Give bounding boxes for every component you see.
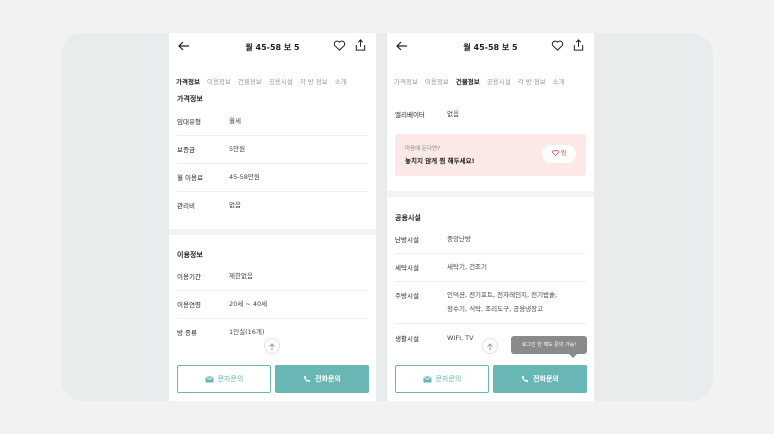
mail-icon (204, 375, 214, 382)
tab-usage[interactable]: 이용정보 (425, 76, 449, 91)
info-row: 관리비 없음 (177, 192, 368, 220)
tab-intro[interactable]: 소개 (553, 76, 565, 91)
row-value: 세탁기, 건조기 (447, 263, 488, 271)
call-inquiry-label: 전화문의 (533, 375, 559, 383)
row-key: 월 이용료 (177, 174, 203, 182)
row-key: 방 종류 (177, 329, 198, 337)
row-key: 임대유형 (177, 118, 201, 126)
favorite-button[interactable]: 찜 (542, 145, 576, 163)
row-value: 5만원 (229, 145, 246, 153)
app-header: 월 45-58 보 5 (387, 33, 594, 63)
mail-icon (422, 375, 432, 382)
phone-screen-price: 월 45-58 보 5 가격정보 이용정보 건물정보 공용시설 각 방 정보 소개 가격정… (169, 33, 376, 401)
info-row: 엘리베이터 없음 (395, 101, 586, 129)
inquiry-tooltip: 로그인 안 해도 문의 가능! (511, 336, 587, 358)
promo-subtext: 마음에 든다면? (405, 146, 441, 152)
info-row: 세탁시설 세탁기, 건조기 (395, 254, 586, 282)
row-value: 없음 (229, 201, 241, 209)
row-key: 보증금 (177, 146, 195, 154)
info-row: 난방시설 중앙난방 (395, 226, 586, 254)
row-value: 1인실(16개) (229, 328, 265, 336)
row-value: 제한없음 (229, 272, 253, 280)
app-header: 월 45-58 보 5 (169, 33, 376, 63)
info-row: 이용연령 20세 ~ 40세 (177, 291, 368, 319)
row-key: 엘리베이터 (395, 111, 425, 119)
section-title-usage: 이용정보 (177, 251, 203, 259)
message-inquiry-label: 문자문의 (435, 375, 462, 383)
info-row: 보증금 5만원 (177, 136, 368, 164)
arrow-up-icon (487, 343, 493, 350)
call-inquiry-button[interactable]: 전화문의 (493, 365, 587, 393)
tab-rooms[interactable]: 각 방 정보 (300, 76, 328, 91)
call-inquiry-button[interactable]: 전화문의 (275, 365, 369, 393)
share-icon[interactable] (572, 38, 585, 52)
row-value-line: 인덕션, 전기포트, 전자레인지, 전기밥솥, (447, 291, 558, 299)
message-inquiry-button[interactable]: 문자문의 (395, 365, 489, 393)
message-inquiry-label: 문자문의 (217, 375, 244, 383)
row-value: 인덕션, 전기포트, 전자레인지, 전기밥솥, 정수기, 식탁, 조리도구, 공… (447, 290, 557, 315)
message-inquiry-button[interactable]: 문자문의 (177, 365, 271, 393)
favorite-label: 찜 (560, 150, 567, 157)
tab-facilities[interactable]: 공용시설 (269, 76, 293, 91)
promo-text: 놓치지 않게 찜 해두세요! (405, 157, 475, 165)
info-row: 이용기간 제한없음 (177, 263, 368, 291)
row-value: 20세 ~ 40세 (229, 300, 268, 308)
arrow-up-icon (269, 343, 275, 350)
row-value-line: 정수기, 식탁, 조리도구, 공용냉장고 (447, 305, 544, 313)
section-divider (169, 229, 376, 235)
info-row: 주방시설 인덕션, 전기포트, 전자레인지, 전기밥솥, 정수기, 식탁, 조리… (395, 282, 586, 324)
section-title-price: 가격정보 (177, 95, 203, 103)
heart-icon[interactable] (551, 39, 564, 52)
row-value: 월세 (229, 117, 241, 125)
tab-building[interactable]: 건물정보 (238, 76, 262, 91)
section-title-facilities: 공용시설 (395, 214, 421, 222)
phone-icon (304, 376, 311, 382)
favorite-promo-banner: 마음에 든다면? 놓치지 않게 찜 해두세요! 찜 (395, 134, 586, 176)
tab-price[interactable]: 가격정보 (394, 76, 418, 91)
heart-outline-icon (551, 150, 559, 157)
tab-facilities[interactable]: 공용시설 (487, 76, 511, 91)
row-key: 관리비 (177, 202, 195, 210)
info-row: 월 이용료 45-58만원 (177, 164, 368, 192)
row-key: 난방시설 (395, 236, 419, 244)
call-inquiry-label: 전화문의 (315, 375, 341, 383)
tab-rooms[interactable]: 각 방 정보 (518, 76, 546, 91)
row-key: 이용기간 (177, 273, 201, 281)
phone-screen-building: 월 45-58 보 5 가격정보 이용정보 건물정보 공용시설 각 방 정보 소개 엘리베… (387, 33, 594, 401)
phone-icon (522, 376, 529, 382)
share-icon[interactable] (354, 38, 367, 52)
row-value: 중앙난방 (447, 235, 471, 243)
scroll-top-button[interactable] (482, 338, 498, 354)
contact-bar: 문자문의 전화문의 (387, 359, 594, 401)
tab-usage[interactable]: 이용정보 (207, 76, 231, 91)
row-value: 없음 (447, 110, 459, 118)
contact-bar: 문자문의 전화문의 (169, 359, 376, 401)
tab-building[interactable]: 건물정보 (456, 76, 480, 91)
row-key: 이용연령 (177, 301, 201, 309)
section-divider (387, 191, 594, 197)
scroll-top-button[interactable] (264, 338, 280, 354)
row-key: 생활시설 (395, 335, 419, 343)
tab-price[interactable]: 가격정보 (176, 76, 200, 91)
row-key: 세탁시설 (395, 264, 419, 272)
tab-intro[interactable]: 소개 (335, 76, 347, 91)
section-tabs: 가격정보 이용정보 건물정보 공용시설 각 방 정보 소개 (169, 69, 376, 91)
row-value: WIFI, TV (447, 334, 474, 342)
section-tabs: 가격정보 이용정보 건물정보 공용시설 각 방 정보 소개 (387, 69, 594, 91)
row-key: 주방시설 (395, 292, 419, 300)
heart-icon[interactable] (333, 39, 346, 52)
row-value: 45-58만원 (229, 173, 260, 181)
info-row: 임대유형 월세 (177, 108, 368, 136)
